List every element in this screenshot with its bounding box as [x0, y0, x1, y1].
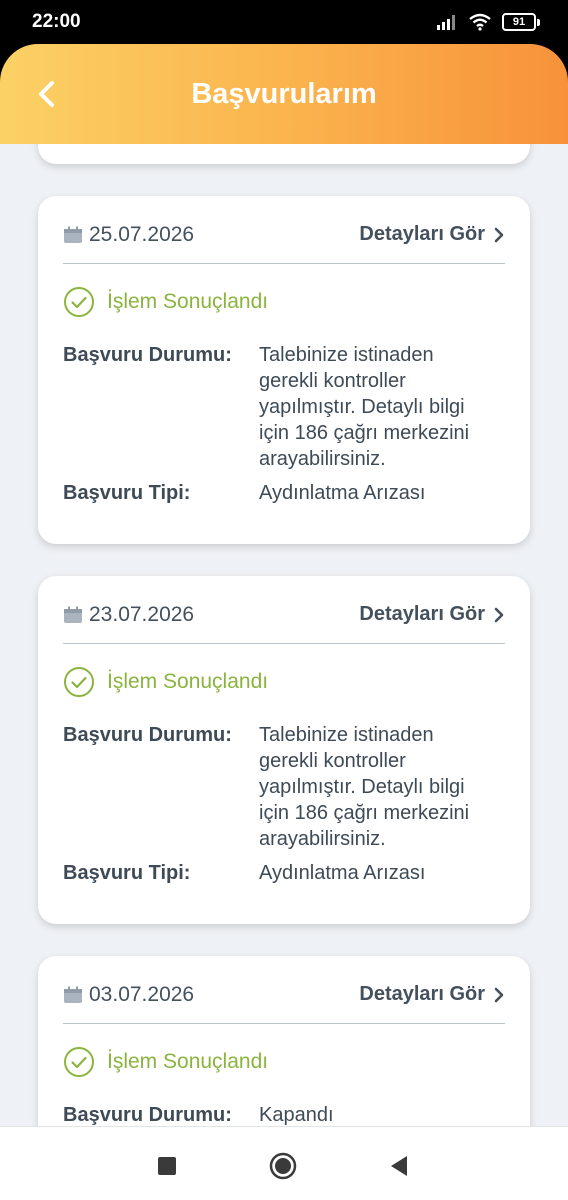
calendar-icon: [64, 986, 82, 1003]
back-nav-button[interactable]: [384, 1151, 414, 1181]
details-button[interactable]: Detayları Gör: [359, 603, 505, 626]
details-label: Detayları Gör: [359, 603, 485, 625]
details-label: Detayları Gör: [359, 223, 485, 245]
durum-label: Başvuru Durumu:: [63, 724, 232, 746]
date-group: 25.07.2026: [63, 223, 194, 247]
status-icons: 91: [436, 13, 540, 31]
tip-row: Başvuru Tipi: Aydınlatma Arızası: [63, 860, 505, 886]
status-time: 22:00: [32, 11, 81, 32]
status-text: İşlem Sonuçlandı: [107, 1050, 269, 1073]
chevron-right-icon: [494, 227, 504, 242]
calendar-icon: [64, 226, 82, 243]
wifi-icon: [469, 13, 491, 31]
battery-icon: 91: [502, 13, 540, 31]
home-circle-icon: [269, 1152, 297, 1180]
durum-label: Başvuru Durumu:: [63, 344, 232, 366]
chevron-right-icon: [494, 607, 504, 622]
home-button[interactable]: [268, 1151, 298, 1181]
check-circle-icon: [64, 1047, 94, 1077]
applications-list[interactable]: 25.07.2026 Detayları Gör İşlem Sonuçland…: [0, 144, 568, 1126]
details-button[interactable]: Detayları Gör: [359, 223, 505, 246]
durum-label: Başvuru Durumu:: [63, 1104, 232, 1126]
status-text: İşlem Sonuçlandı: [107, 290, 269, 313]
recents-button[interactable]: [152, 1151, 182, 1181]
calendar-icon: [64, 606, 82, 623]
status-row: İşlem Sonuçlandı: [63, 666, 505, 698]
card-header: 23.07.2026 Detayları Gör: [63, 576, 505, 644]
tip-row: Başvuru Tipi: Aydınlatma Arızası: [63, 480, 505, 506]
details-label: Detayları Gör: [359, 983, 485, 1005]
status-row: İşlem Sonuçlandı: [63, 286, 505, 318]
durum-value: Talebinize istinaden gerekli kontroller …: [259, 724, 470, 850]
application-card[interactable]: 25.07.2026 Detayları Gör İşlem Sonuçland…: [38, 196, 530, 544]
battery-level: 91: [512, 16, 526, 28]
page-title: Başvurularım: [191, 77, 377, 110]
durum-row: Başvuru Durumu: Talebinize istinaden ger…: [63, 722, 505, 852]
triangle-back-icon: [391, 1156, 407, 1176]
tip-label: Başvuru Tipi:: [63, 862, 191, 884]
durum-row: Başvuru Durumu: Kapandı: [63, 1102, 505, 1126]
app-header: Başvurularım: [0, 44, 568, 144]
status-row: İşlem Sonuçlandı: [63, 1046, 505, 1078]
signal-icon: [437, 15, 455, 30]
durum-row: Başvuru Durumu: Talebinize istinaden ger…: [63, 342, 505, 472]
application-card[interactable]: 23.07.2026 Detayları Gör İşlem Sonuçland…: [38, 576, 530, 924]
status-text: İşlem Sonuçlandı: [107, 670, 269, 693]
status-bar: 22:00 91: [0, 0, 568, 44]
chevron-right-icon: [494, 987, 504, 1002]
check-circle-icon: [64, 667, 94, 697]
square-icon: [158, 1157, 176, 1175]
durum-value: Talebinize istinaden gerekli kontroller …: [259, 344, 470, 470]
application-date: 23.07.2026: [89, 602, 195, 626]
application-date: 03.07.2026: [89, 982, 195, 1006]
date-group: 03.07.2026: [63, 983, 194, 1007]
application-date: 25.07.2026: [89, 222, 195, 246]
system-nav-bar: [0, 1126, 568, 1200]
tip-value: Aydınlatma Arızası: [259, 862, 426, 884]
application-card[interactable]: 03.07.2026 Detayları Gör İşlem Sonuçland…: [38, 956, 530, 1126]
check-circle-icon: [64, 287, 94, 317]
details-button[interactable]: Detayları Gör: [359, 983, 505, 1006]
durum-value: Kapandı: [259, 1104, 334, 1126]
card-header: 25.07.2026 Detayları Gör: [63, 196, 505, 264]
date-group: 23.07.2026: [63, 603, 194, 627]
application-card-previous[interactable]: [38, 144, 530, 164]
card-header: 03.07.2026 Detayları Gör: [63, 956, 505, 1024]
tip-value: Aydınlatma Arızası: [259, 482, 426, 504]
tip-label: Başvuru Tipi:: [63, 482, 191, 504]
